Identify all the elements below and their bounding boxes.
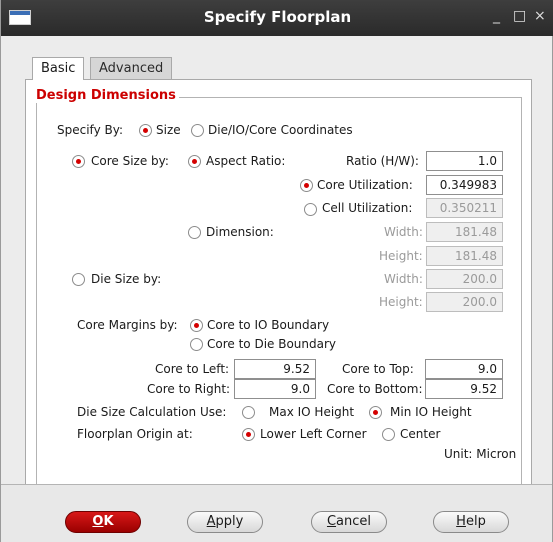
core-size-radio[interactable] bbox=[72, 155, 85, 168]
core-width-input[interactable]: 181.48 bbox=[426, 222, 503, 242]
core-to-io-label[interactable]: Core to IO Boundary bbox=[207, 318, 329, 332]
aspect-ratio-radio[interactable] bbox=[188, 155, 201, 168]
help-label-rest: elp bbox=[465, 514, 486, 529]
die-width-label: Width: bbox=[384, 272, 423, 286]
die-size-radio[interactable] bbox=[72, 273, 85, 286]
cancel-button[interactable]: Cancel bbox=[311, 511, 387, 533]
ok-button[interactable]: OK bbox=[65, 511, 141, 533]
ok-label-rest: K bbox=[103, 514, 114, 529]
center-label[interactable]: Center bbox=[400, 427, 440, 441]
specify-by-coordinates-label[interactable]: Die/IO/Core Coordinates bbox=[208, 123, 353, 137]
lower-left-corner-radio[interactable] bbox=[242, 428, 255, 441]
cell-utilization-radio[interactable] bbox=[304, 203, 317, 216]
close-button[interactable]: × bbox=[534, 8, 546, 24]
die-width-input[interactable]: 200.0 bbox=[426, 269, 503, 289]
max-io-height-label[interactable]: Max IO Height bbox=[269, 405, 354, 419]
core-height-input[interactable]: 181.48 bbox=[426, 246, 503, 266]
core-size-label[interactable]: Core Size by: bbox=[91, 154, 169, 168]
tab-basic[interactable]: Basic bbox=[32, 57, 85, 80]
floorplan-dialog: Specify Floorplan _ □ × Basic Advanced D… bbox=[0, 0, 553, 542]
core-to-top-label: Core to Top: bbox=[342, 362, 414, 376]
core-height-label: Height: bbox=[379, 249, 423, 263]
ok-mnemonic: O bbox=[92, 514, 104, 529]
core-to-bottom-input[interactable]: 9.52 bbox=[425, 379, 503, 399]
specify-by-size-radio[interactable] bbox=[139, 124, 152, 137]
cell-utilization-label[interactable]: Cell Utilization: bbox=[322, 201, 412, 215]
apply-label-rest: pply bbox=[215, 514, 244, 529]
group-title: Design Dimensions bbox=[33, 88, 179, 103]
core-utilization-radio[interactable] bbox=[300, 179, 313, 192]
dimension-label[interactable]: Dimension: bbox=[206, 225, 274, 239]
core-utilization-input[interactable]: 0.349983 bbox=[426, 175, 503, 195]
min-io-height-label[interactable]: Min IO Height bbox=[390, 405, 472, 419]
core-to-left-label: Core to Left: bbox=[155, 362, 230, 376]
unit-label: Unit: Micron bbox=[444, 447, 517, 461]
tab-advanced[interactable]: Advanced bbox=[90, 57, 173, 79]
apply-mnemonic: A bbox=[206, 514, 216, 529]
core-to-die-label[interactable]: Core to Die Boundary bbox=[207, 337, 336, 351]
ratio-input[interactable]: 1.0 bbox=[426, 151, 503, 171]
maximize-button[interactable]: □ bbox=[513, 8, 526, 24]
min-io-height-radio[interactable] bbox=[369, 406, 382, 419]
core-to-die-radio[interactable] bbox=[190, 338, 203, 351]
core-to-io-radio[interactable] bbox=[190, 319, 203, 332]
core-to-bottom-label: Core to Bottom: bbox=[327, 382, 423, 396]
aspect-ratio-label[interactable]: Aspect Ratio: bbox=[206, 154, 285, 168]
core-utilization-label[interactable]: Core Utilization: bbox=[317, 178, 413, 192]
core-to-right-label: Core to Right: bbox=[147, 382, 231, 396]
cancel-mnemonic: C bbox=[326, 514, 337, 529]
cancel-label-rest: ancel bbox=[336, 514, 372, 529]
window-title: Specify Floorplan bbox=[203, 8, 352, 26]
apply-button[interactable]: Apply bbox=[187, 511, 263, 533]
dialog-content: Basic Advanced Design Dimensions Specify… bbox=[1, 36, 552, 506]
core-to-right-input[interactable]: 9.0 bbox=[234, 379, 316, 399]
die-size-label[interactable]: Die Size by: bbox=[91, 272, 161, 286]
die-height-label: Height: bbox=[379, 295, 423, 309]
specify-by-coordinates-radio[interactable] bbox=[191, 124, 204, 137]
specify-by-size-label[interactable]: Size bbox=[156, 123, 181, 137]
die-calc-label: Die Size Calculation Use: bbox=[77, 405, 227, 419]
dimension-radio[interactable] bbox=[188, 226, 201, 239]
title-bar[interactable]: Specify Floorplan _ □ × bbox=[1, 0, 553, 36]
core-to-left-input[interactable]: 9.52 bbox=[234, 359, 316, 379]
core-margins-label: Core Margins by: bbox=[77, 318, 178, 332]
center-radio[interactable] bbox=[382, 428, 395, 441]
specify-by-label: Specify By: bbox=[57, 123, 123, 137]
button-bar: OK Apply Cancel Help bbox=[1, 484, 552, 542]
core-to-top-input[interactable]: 9.0 bbox=[425, 359, 503, 379]
origin-label: Floorplan Origin at: bbox=[77, 427, 193, 441]
lower-left-corner-label[interactable]: Lower Left Corner bbox=[260, 427, 367, 441]
die-height-input[interactable]: 200.0 bbox=[426, 292, 503, 312]
help-button[interactable]: Help bbox=[433, 511, 509, 533]
minimize-button[interactable]: _ bbox=[493, 8, 500, 24]
core-width-label: Width: bbox=[384, 225, 423, 239]
ratio-label: Ratio (H/W): bbox=[346, 154, 419, 168]
cell-utilization-input[interactable]: 0.350211 bbox=[426, 198, 503, 218]
max-io-height-radio[interactable] bbox=[242, 406, 255, 419]
help-mnemonic: H bbox=[456, 514, 466, 529]
